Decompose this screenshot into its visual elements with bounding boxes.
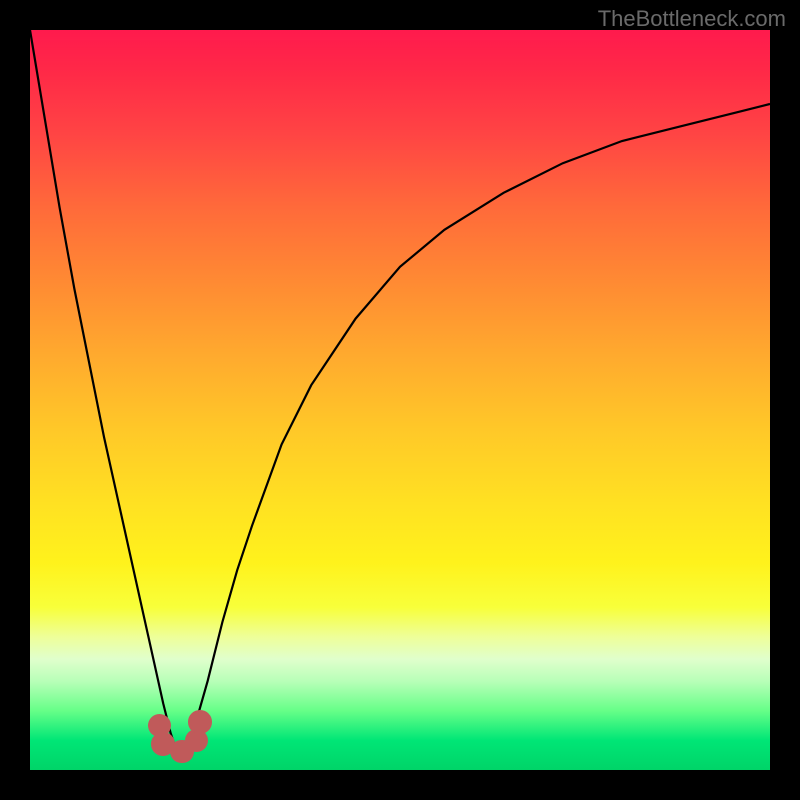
- optimal-zone-dots: [30, 30, 770, 770]
- chart-frame: [30, 30, 770, 770]
- watermark: TheBottleneck.com: [598, 6, 786, 32]
- optimal-dot: [188, 710, 212, 734]
